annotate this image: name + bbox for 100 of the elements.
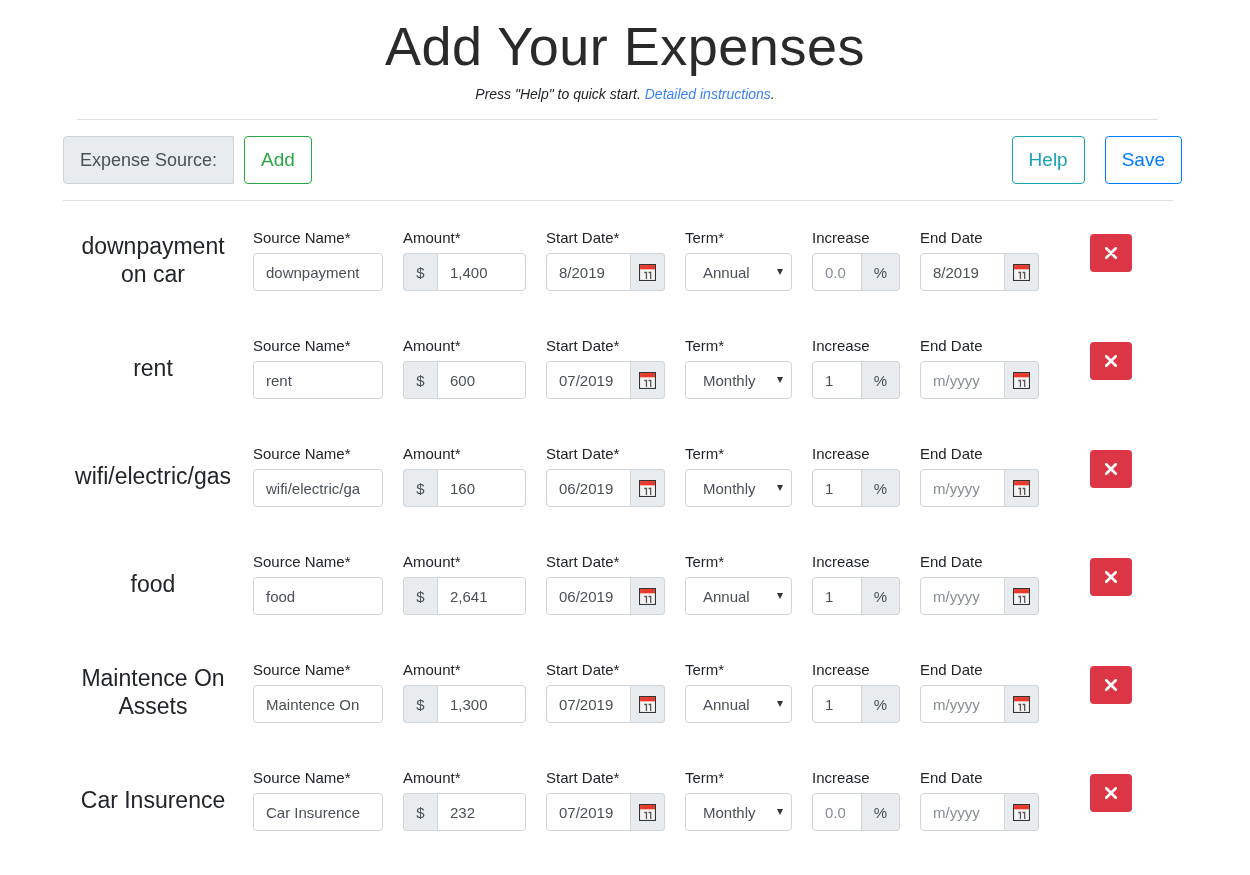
- close-icon: [1105, 355, 1117, 367]
- date-field[interactable]: m/yyyy: [920, 685, 1005, 723]
- date-field[interactable]: 06/2019: [546, 469, 631, 507]
- calendar-icon[interactable]: [1013, 587, 1030, 605]
- percent-field[interactable]: 1: [812, 685, 862, 723]
- field-label: Increase: [812, 229, 871, 247]
- date-field[interactable]: 07/2019: [546, 361, 631, 399]
- calendar-icon[interactable]: [639, 695, 656, 713]
- text-field[interactable]: wifi/electric/ga: [253, 469, 383, 507]
- delete-button[interactable]: [1090, 450, 1132, 488]
- date-field[interactable]: 06/2019: [546, 577, 631, 615]
- delete-button[interactable]: [1090, 558, 1132, 596]
- field-label: End Date: [920, 229, 984, 247]
- field-label: Amount*: [403, 445, 462, 463]
- delete-button[interactable]: [1090, 234, 1132, 272]
- currency-addon: $: [403, 685, 437, 723]
- field-label: Start Date*: [546, 445, 621, 463]
- instructions-link[interactable]: Detailed instructions: [644, 86, 771, 102]
- calendar-icon[interactable]: [639, 803, 656, 821]
- field-label: End Date: [920, 553, 984, 571]
- field-label: Amount*: [403, 229, 462, 247]
- date-field[interactable]: 07/2019: [546, 793, 631, 831]
- caret-icon: [777, 377, 783, 383]
- caret-icon: [777, 269, 783, 275]
- field-label: Term*: [685, 553, 726, 571]
- field-label: Start Date*: [546, 337, 621, 355]
- date-field[interactable]: 8/2019: [546, 253, 631, 291]
- field-label: Increase: [812, 445, 871, 463]
- field-label: End Date: [920, 337, 984, 355]
- amount-field[interactable]: 2,641: [437, 577, 526, 615]
- field-label: Source Name*: [253, 769, 352, 787]
- calendar-icon[interactable]: [1013, 695, 1030, 713]
- field-label: Source Name*: [253, 661, 352, 679]
- term-select[interactable]: Monthly: [685, 793, 792, 831]
- amount-field[interactable]: 160: [437, 469, 526, 507]
- field-label: Source Name*: [253, 553, 352, 571]
- calendar-icon[interactable]: [639, 263, 656, 281]
- field-label: Amount*: [403, 661, 462, 679]
- field-label: Amount*: [403, 553, 462, 571]
- percent-field[interactable]: 1: [812, 577, 862, 615]
- date-field[interactable]: m/yyyy: [920, 469, 1005, 507]
- field-label: Start Date*: [546, 553, 621, 571]
- caret-icon: [777, 701, 783, 707]
- amount-field[interactable]: 1,400: [437, 253, 526, 291]
- term-select[interactable]: Annual: [685, 685, 792, 723]
- field-label: Term*: [685, 661, 726, 679]
- text-field[interactable]: food: [253, 577, 383, 615]
- calendar-icon[interactable]: [1013, 803, 1030, 821]
- date-field[interactable]: m/yyyy: [920, 361, 1005, 399]
- field-label: Source Name*: [253, 445, 352, 463]
- close-icon: [1105, 787, 1117, 799]
- field-label: Source Name*: [253, 229, 352, 247]
- calendar-icon[interactable]: [1013, 479, 1030, 497]
- close-icon: [1105, 247, 1117, 259]
- percent-addon: %: [862, 685, 900, 723]
- calendar-icon[interactable]: [639, 371, 656, 389]
- percent-field[interactable]: 1: [812, 469, 862, 507]
- close-icon: [1105, 571, 1117, 583]
- field-label: End Date: [920, 769, 984, 787]
- currency-addon: $: [403, 793, 437, 831]
- amount-field[interactable]: 1,300: [437, 685, 526, 723]
- amount-field[interactable]: 600: [437, 361, 526, 399]
- date-field[interactable]: 8/2019: [920, 253, 1005, 291]
- term-select[interactable]: Annual: [685, 577, 792, 615]
- percent-field[interactable]: 0.0: [812, 793, 862, 831]
- field-label: Start Date*: [546, 229, 621, 247]
- field-label: Term*: [685, 769, 726, 787]
- date-field[interactable]: m/yyyy: [920, 577, 1005, 615]
- calendar-icon[interactable]: [1013, 371, 1030, 389]
- delete-button[interactable]: [1090, 774, 1132, 812]
- percent-field[interactable]: 1: [812, 361, 862, 399]
- text-field[interactable]: Car Insurence: [253, 793, 383, 831]
- date-field[interactable]: m/yyyy: [920, 793, 1005, 831]
- delete-button[interactable]: [1090, 342, 1132, 380]
- percent-addon: %: [862, 361, 900, 399]
- expense-source-label: Expense Source:: [63, 136, 235, 184]
- term-select[interactable]: Monthly: [685, 361, 792, 399]
- text-field[interactable]: Maintence On: [253, 685, 383, 723]
- percent-addon: %: [862, 793, 900, 831]
- text-field[interactable]: rent: [253, 361, 383, 399]
- field-label: Increase: [812, 553, 871, 571]
- close-icon: [1105, 679, 1117, 691]
- field-label: Start Date*: [546, 769, 621, 787]
- expense-title: downpayment on car: [80, 232, 226, 288]
- save-button[interactable]: Save: [1104, 136, 1182, 184]
- text-field[interactable]: downpayment: [253, 253, 383, 291]
- delete-button[interactable]: [1090, 666, 1132, 704]
- currency-addon: $: [403, 577, 437, 615]
- term-select[interactable]: Annual: [685, 253, 792, 291]
- calendar-icon[interactable]: [639, 587, 656, 605]
- expense-title: Car Insurence: [79, 786, 227, 814]
- percent-field[interactable]: 0.0: [812, 253, 862, 291]
- currency-addon: $: [403, 253, 437, 291]
- date-field[interactable]: 07/2019: [546, 685, 631, 723]
- amount-field[interactable]: 232: [437, 793, 526, 831]
- term-select[interactable]: Monthly: [685, 469, 792, 507]
- calendar-icon[interactable]: [639, 479, 656, 497]
- calendar-icon[interactable]: [1013, 263, 1030, 281]
- field-label: Term*: [685, 229, 726, 247]
- currency-addon: $: [403, 361, 437, 399]
